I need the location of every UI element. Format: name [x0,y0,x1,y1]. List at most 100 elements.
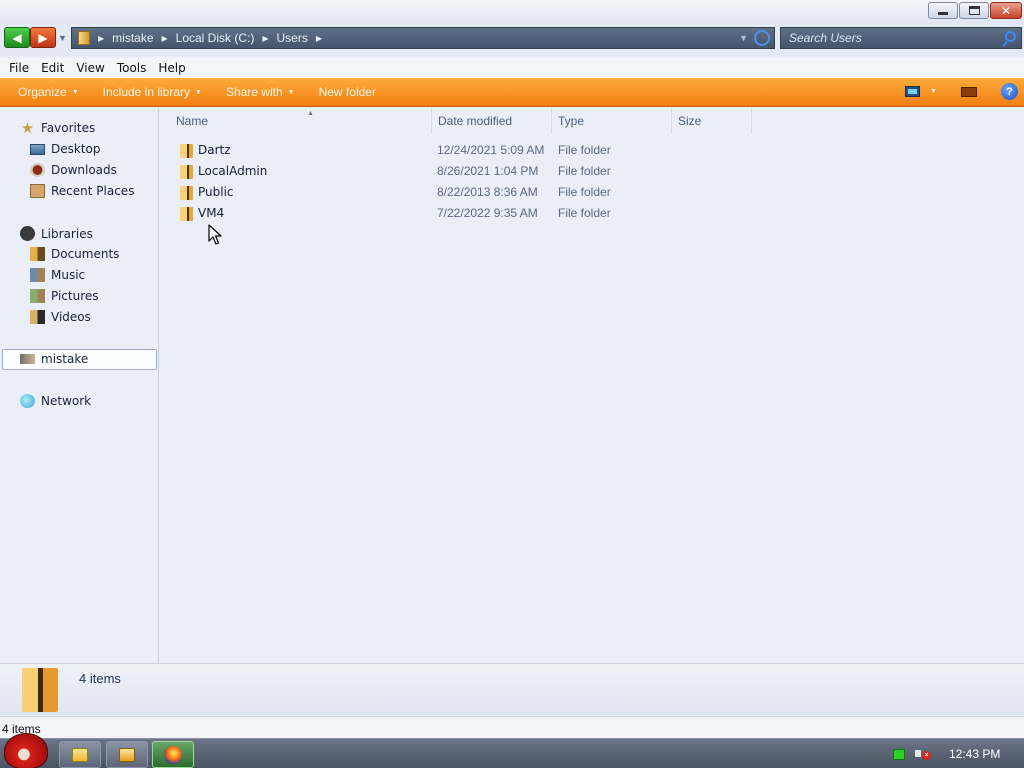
mouse-cursor-icon [208,224,222,249]
nav-videos[interactable]: Videos [30,310,91,324]
nav-videos-label: Videos [51,310,91,324]
nav-recent-places[interactable]: Recent Places [30,184,134,198]
downloads-icon [30,163,45,177]
file-name: VM4 [198,206,225,220]
organize-button[interactable]: Organize ▼ [0,85,91,99]
explorer-icon [72,747,88,762]
file-name: Dartz [198,143,231,157]
search-input[interactable] [789,31,999,45]
nav-computer-label: mistake [41,352,89,366]
table-row[interactable]: VM4 7/22/2022 9:35 AM File folder [160,203,760,224]
volume-muted-icon[interactable]: × [915,747,931,761]
column-header-date[interactable]: Date modified [432,108,552,134]
command-bar: Organize ▼ Include in library ▼ Share wi… [0,78,1024,107]
recent-pages-chevron-icon[interactable]: ▼ [58,33,67,43]
nav-favorites[interactable]: ★ Favorites [20,119,95,137]
status-bar: 4 items [0,716,1024,738]
nav-documents[interactable]: Documents [30,247,119,261]
breadcrumb-local-disk[interactable]: Local Disk (C:) [176,31,255,45]
back-arrow-icon: ◀ [12,30,22,45]
close-button[interactable]: ✕ [990,2,1022,19]
table-row[interactable]: LocalAdmin 8/26/2021 1:04 PM File folder [160,161,760,182]
breadcrumb-chevron-icon[interactable]: ▶ [98,34,104,43]
taskbar-explorer-button[interactable] [59,741,101,768]
videos-icon [30,310,45,324]
nav-desktop[interactable]: Desktop [30,142,101,156]
desktop-icon [30,143,45,155]
file-name: Public [198,185,234,199]
nav-computer[interactable]: mistake [20,352,88,366]
maximize-button[interactable] [959,2,989,19]
column-header-type[interactable]: Type [552,108,672,134]
search-icon[interactable] [1005,31,1016,42]
firefox-icon [164,745,182,764]
help-icon[interactable]: ? [1001,83,1018,100]
taskbar: × 12:43 PM [0,733,1024,768]
file-list: Name ▲ Date modified Type Size Dartz 12/… [160,108,1024,663]
network-status-icon[interactable] [893,749,905,760]
new-folder-label: New folder [318,85,376,99]
organize-label: Organize [18,85,67,99]
nav-desktop-label: Desktop [51,142,101,156]
start-button[interactable] [4,733,48,768]
menu-edit[interactable]: Edit [35,61,70,75]
breadcrumb-chevron-icon[interactable]: ▶ [262,34,268,43]
breadcrumb-mistake[interactable]: mistake [112,31,153,45]
file-type: File folder [558,143,611,157]
view-controls: ▼ ? [905,83,1018,100]
menu-bar: File Edit View Tools Help [0,58,1024,78]
back-button[interactable]: ◀ [4,27,30,48]
chevron-down-icon: ▼ [195,88,202,96]
preview-pane-icon[interactable] [961,86,977,97]
menu-file[interactable]: File [3,61,35,75]
libraries-icon [20,226,35,241]
search-box[interactable] [780,27,1022,49]
nav-music[interactable]: Music [30,268,85,282]
star-icon: ★ [20,119,35,137]
new-folder-button[interactable]: New folder [307,85,388,99]
forward-button[interactable]: ▶ [30,27,56,48]
menu-view[interactable]: View [70,61,110,75]
nav-downloads[interactable]: Downloads [30,163,117,177]
nav-libraries-label: Libraries [41,226,93,241]
media-player-icon [119,747,135,762]
include-in-library-button[interactable]: Include in library ▼ [91,85,214,99]
taskbar-firefox-button[interactable] [152,741,194,768]
table-row[interactable]: Dartz 12/24/2021 5:09 AM File folder [160,140,760,161]
refresh-icon[interactable] [754,30,770,46]
address-bar[interactable]: ▶ mistake ▶ Local Disk (C:) ▶ Users ▶ ▼ [71,27,775,49]
column-header-size[interactable]: Size [672,108,752,134]
breadcrumb-chevron-icon[interactable]: ▶ [162,34,168,43]
file-name: LocalAdmin [198,164,268,178]
documents-icon [30,247,45,261]
menu-tools[interactable]: Tools [111,61,153,75]
address-history-chevron-icon[interactable]: ▼ [739,33,748,43]
column-header-name[interactable]: Name ▲ [170,108,432,134]
nav-documents-label: Documents [51,247,120,261]
share-with-button[interactable]: Share with ▼ [214,85,307,99]
file-type: File folder [558,185,611,199]
address-row: ◀ ▶ ▼ ▶ mistake ▶ Local Disk (C:) ▶ User… [0,24,1024,56]
breadcrumb-chevron-icon[interactable]: ▶ [316,34,322,43]
computer-icon [20,354,35,364]
table-row[interactable]: Public 8/22/2013 8:36 AM File folder [160,182,760,203]
include-in-library-label: Include in library [102,85,191,99]
taskbar-clock[interactable]: 12:43 PM [949,747,1000,761]
taskbar-media-player-button[interactable] [106,741,148,768]
nav-libraries[interactable]: Libraries [20,226,93,241]
minimize-button[interactable] [928,2,958,19]
file-date: 8/26/2021 1:04 PM [437,164,539,178]
music-icon [30,268,45,282]
nav-network-label: Network [41,394,92,408]
menu-help[interactable]: Help [152,61,191,75]
view-options-chevron-icon[interactable]: ▼ [930,88,937,95]
change-view-icon[interactable] [905,86,921,97]
nav-pictures[interactable]: Pictures [30,289,99,303]
nav-network[interactable]: Network [20,394,91,408]
pictures-icon [30,289,45,303]
details-item-count: 4 items [79,671,121,686]
file-date: 12/24/2021 5:09 AM [437,143,545,157]
folder-icon [180,144,193,158]
navigation-pane: ★ Favorites Desktop Downloads Recent Pla… [0,108,159,663]
breadcrumb-users[interactable]: Users [277,31,308,45]
